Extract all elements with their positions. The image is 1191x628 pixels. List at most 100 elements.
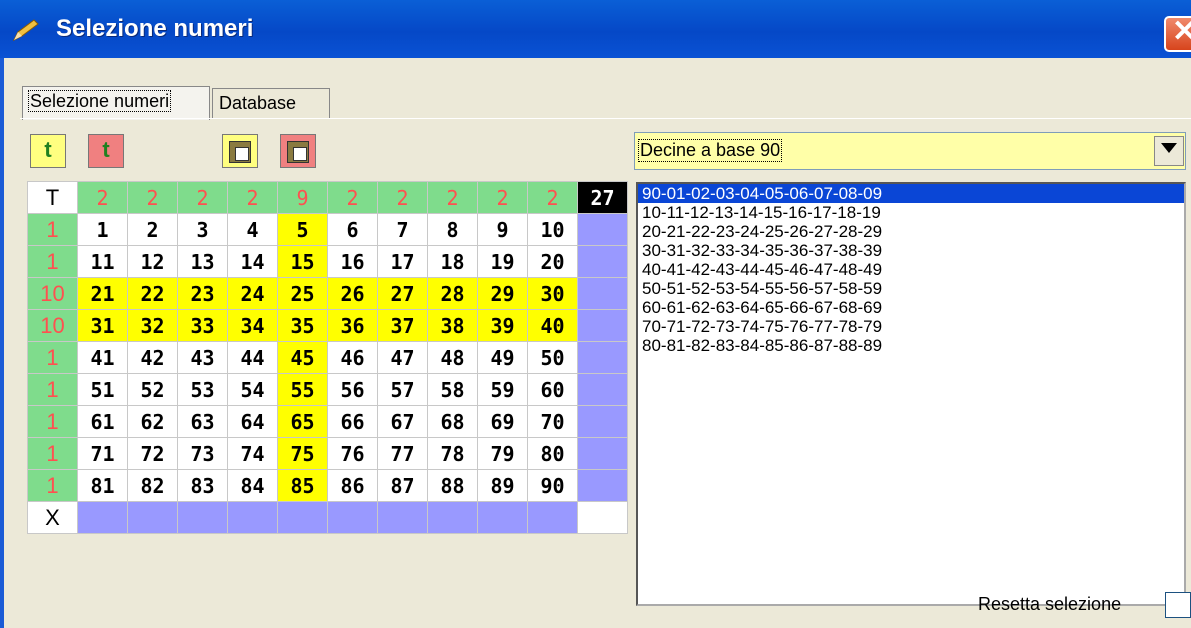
number-cell[interactable]: 3 — [177, 213, 228, 246]
column-select-cell[interactable] — [377, 501, 428, 534]
column-count[interactable]: 2 — [377, 181, 428, 214]
dropdown-button[interactable] — [1154, 136, 1184, 166]
number-cell[interactable]: 5 — [277, 213, 328, 246]
number-cell[interactable]: 69 — [477, 405, 528, 438]
column-count[interactable]: 2 — [227, 181, 278, 214]
row-select-cell[interactable] — [577, 437, 628, 470]
number-cell[interactable]: 60 — [527, 373, 578, 406]
list-item[interactable]: 60-61-62-63-64-65-66-67-68-69 — [638, 298, 1184, 317]
row-select-cell[interactable] — [577, 469, 628, 502]
number-cell[interactable]: 34 — [227, 309, 278, 342]
tab-selezione-numeri[interactable]: Selezione numeri — [22, 86, 210, 120]
number-cell[interactable]: 19 — [477, 245, 528, 278]
column-select-cell[interactable] — [127, 501, 178, 534]
move-up-yellow-button[interactable]: t — [30, 134, 66, 168]
list-item[interactable]: 40-41-42-43-44-45-46-47-48-49 — [638, 260, 1184, 279]
number-cell[interactable]: 46 — [327, 341, 378, 374]
number-cell[interactable]: 80 — [527, 437, 578, 470]
number-cell[interactable]: 27 — [377, 277, 428, 310]
list-item[interactable]: 20-21-22-23-24-25-26-27-28-29 — [638, 222, 1184, 241]
row-count[interactable]: 1 — [27, 437, 78, 470]
column-select-cell[interactable] — [477, 501, 528, 534]
reset-selection-checkbox[interactable] — [1165, 592, 1191, 618]
number-cell[interactable]: 43 — [177, 341, 228, 374]
number-cell[interactable]: 41 — [77, 341, 128, 374]
number-cell[interactable]: 48 — [427, 341, 478, 374]
list-item[interactable]: 30-31-32-33-34-35-36-37-38-39 — [638, 241, 1184, 260]
number-cell[interactable]: 31 — [77, 309, 128, 342]
number-cell[interactable]: 47 — [377, 341, 428, 374]
column-count[interactable]: 2 — [527, 181, 578, 214]
tab-database[interactable]: Database — [212, 88, 330, 118]
number-cell[interactable]: 63 — [177, 405, 228, 438]
number-cell[interactable]: 4 — [227, 213, 278, 246]
column-select-cell[interactable] — [77, 501, 128, 534]
list-item[interactable]: 90-01-02-03-04-05-06-07-08-09 — [638, 184, 1184, 203]
row-select-cell[interactable] — [577, 245, 628, 278]
number-cell[interactable]: 51 — [77, 373, 128, 406]
number-cell[interactable]: 67 — [377, 405, 428, 438]
number-cell[interactable]: 13 — [177, 245, 228, 278]
number-cell[interactable]: 8 — [427, 213, 478, 246]
number-cell[interactable]: 33 — [177, 309, 228, 342]
number-cell[interactable]: 28 — [427, 277, 478, 310]
number-cell[interactable]: 17 — [377, 245, 428, 278]
number-cell[interactable]: 73 — [177, 437, 228, 470]
number-cell[interactable]: 20 — [527, 245, 578, 278]
list-item[interactable]: 50-51-52-53-54-55-56-57-58-59 — [638, 279, 1184, 298]
number-cell[interactable]: 64 — [227, 405, 278, 438]
row-select-cell[interactable] — [577, 373, 628, 406]
number-cell[interactable]: 84 — [227, 469, 278, 502]
number-cell[interactable]: 77 — [377, 437, 428, 470]
close-button[interactable]: ✕ — [1164, 15, 1191, 52]
number-cell[interactable]: 65 — [277, 405, 328, 438]
number-cell[interactable]: 85 — [277, 469, 328, 502]
number-cell[interactable]: 29 — [477, 277, 528, 310]
number-cell[interactable]: 58 — [427, 373, 478, 406]
number-cell[interactable]: 83 — [177, 469, 228, 502]
row-select-cell[interactable] — [577, 341, 628, 374]
row-select-cell[interactable] — [577, 405, 628, 438]
list-item[interactable]: 70-71-72-73-74-75-76-77-78-79 — [638, 317, 1184, 336]
number-cell[interactable]: 36 — [327, 309, 378, 342]
row-select-cell[interactable] — [577, 277, 628, 310]
number-cell[interactable]: 78 — [427, 437, 478, 470]
number-cell[interactable]: 90 — [527, 469, 578, 502]
number-cell[interactable]: 12 — [127, 245, 178, 278]
row-select-cell[interactable] — [577, 213, 628, 246]
number-cell[interactable]: 72 — [127, 437, 178, 470]
number-cell[interactable]: 10 — [527, 213, 578, 246]
number-cell[interactable]: 14 — [227, 245, 278, 278]
number-cell[interactable]: 61 — [77, 405, 128, 438]
row-count[interactable]: 10 — [27, 309, 78, 342]
number-cell[interactable]: 50 — [527, 341, 578, 374]
column-select-cell[interactable] — [527, 501, 578, 534]
number-cell[interactable]: 81 — [77, 469, 128, 502]
groups-listbox[interactable]: 90-01-02-03-04-05-06-07-08-09 10-11-12-13… — [636, 182, 1186, 606]
paste-red-button[interactable] — [280, 134, 316, 168]
number-cell[interactable]: 39 — [477, 309, 528, 342]
number-cell[interactable]: 9 — [477, 213, 528, 246]
number-cell[interactable]: 55 — [277, 373, 328, 406]
paste-yellow-button[interactable] — [222, 134, 258, 168]
number-cell[interactable]: 35 — [277, 309, 328, 342]
number-cell[interactable]: 75 — [277, 437, 328, 470]
number-cell[interactable]: 49 — [477, 341, 528, 374]
number-cell[interactable]: 66 — [327, 405, 378, 438]
number-cell[interactable]: 15 — [277, 245, 328, 278]
number-cell[interactable]: 32 — [127, 309, 178, 342]
number-cell[interactable]: 11 — [77, 245, 128, 278]
number-cell[interactable]: 18 — [427, 245, 478, 278]
column-count[interactable]: 2 — [77, 181, 128, 214]
move-up-red-button[interactable]: t — [88, 134, 124, 168]
number-cell[interactable]: 38 — [427, 309, 478, 342]
number-cell[interactable]: 56 — [327, 373, 378, 406]
column-count[interactable]: 2 — [477, 181, 528, 214]
number-cell[interactable]: 1 — [77, 213, 128, 246]
number-cell[interactable]: 82 — [127, 469, 178, 502]
list-item[interactable]: 10-11-12-13-14-15-16-17-18-19 — [638, 203, 1184, 222]
number-cell[interactable]: 54 — [227, 373, 278, 406]
column-select-cell[interactable] — [227, 501, 278, 534]
row-count[interactable]: 1 — [27, 341, 78, 374]
number-cell[interactable]: 57 — [377, 373, 428, 406]
